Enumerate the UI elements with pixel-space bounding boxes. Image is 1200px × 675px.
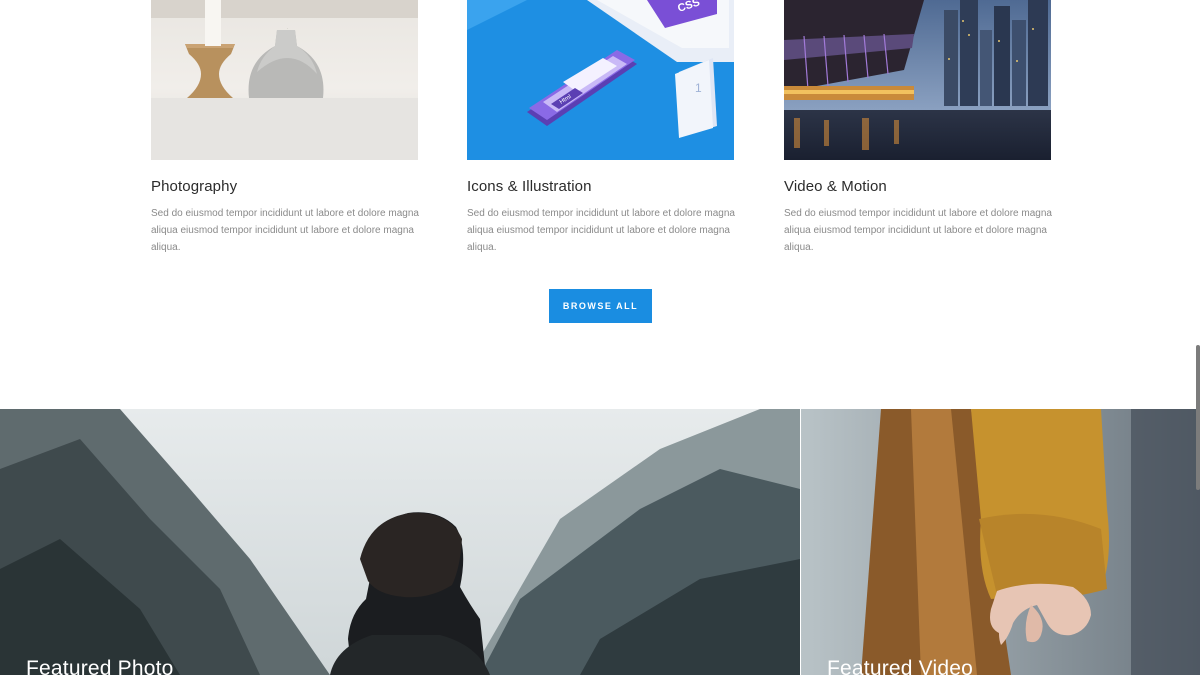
featured-video-panel[interactable]: Featured Video (801, 409, 1200, 675)
card-description: Sed do eiusmod tempor incididunt ut labo… (151, 208, 419, 253)
card-title[interactable]: Icons & Illustration (467, 178, 592, 195)
page-scrollbar[interactable] (1194, 0, 1200, 675)
browse-all-button[interactable]: BROWSE ALL (549, 289, 652, 323)
category-card-video-motion[interactable]: Video & Motion Sed do eiusmod tempor inc… (784, 0, 1052, 253)
card-title[interactable]: Photography (151, 178, 237, 195)
table-surface (151, 98, 418, 160)
scrollbar-thumb[interactable] (1196, 345, 1200, 490)
city-bridge-night-illustration (784, 0, 1051, 160)
isometric-devices-illustration: CSS Html 1 (467, 0, 734, 138)
page: Photography Sed do eiusmod tempor incidi… (0, 0, 1200, 675)
card-number-text: 1 (695, 81, 702, 95)
category-card-icons-illustration[interactable]: CSS Html 1 Icons & Illustration Sed do e… (467, 0, 735, 253)
shelf-decor (151, 0, 418, 18)
candle (205, 0, 221, 46)
hand-sweater-illustration (801, 409, 1200, 675)
photography-image[interactable] (151, 0, 418, 160)
featured-video-label[interactable]: Featured Video (827, 657, 973, 675)
candle-holder-illustration (185, 44, 235, 106)
category-card-photography[interactable]: Photography Sed do eiusmod tempor incidi… (151, 0, 419, 253)
card-description: Sed do eiusmod tempor incididunt ut labo… (467, 208, 735, 253)
video-motion-image[interactable] (784, 0, 1051, 160)
card-description: Sed do eiusmod tempor incididunt ut labo… (784, 208, 1052, 253)
featured-photo-label[interactable]: Featured Photo (26, 657, 174, 675)
icons-illustration-image[interactable]: CSS Html 1 (467, 0, 734, 160)
mountain-landscape-illustration (0, 409, 800, 675)
featured-photo-panel[interactable]: Featured Photo (0, 409, 800, 675)
card-title[interactable]: Video & Motion (784, 178, 887, 195)
